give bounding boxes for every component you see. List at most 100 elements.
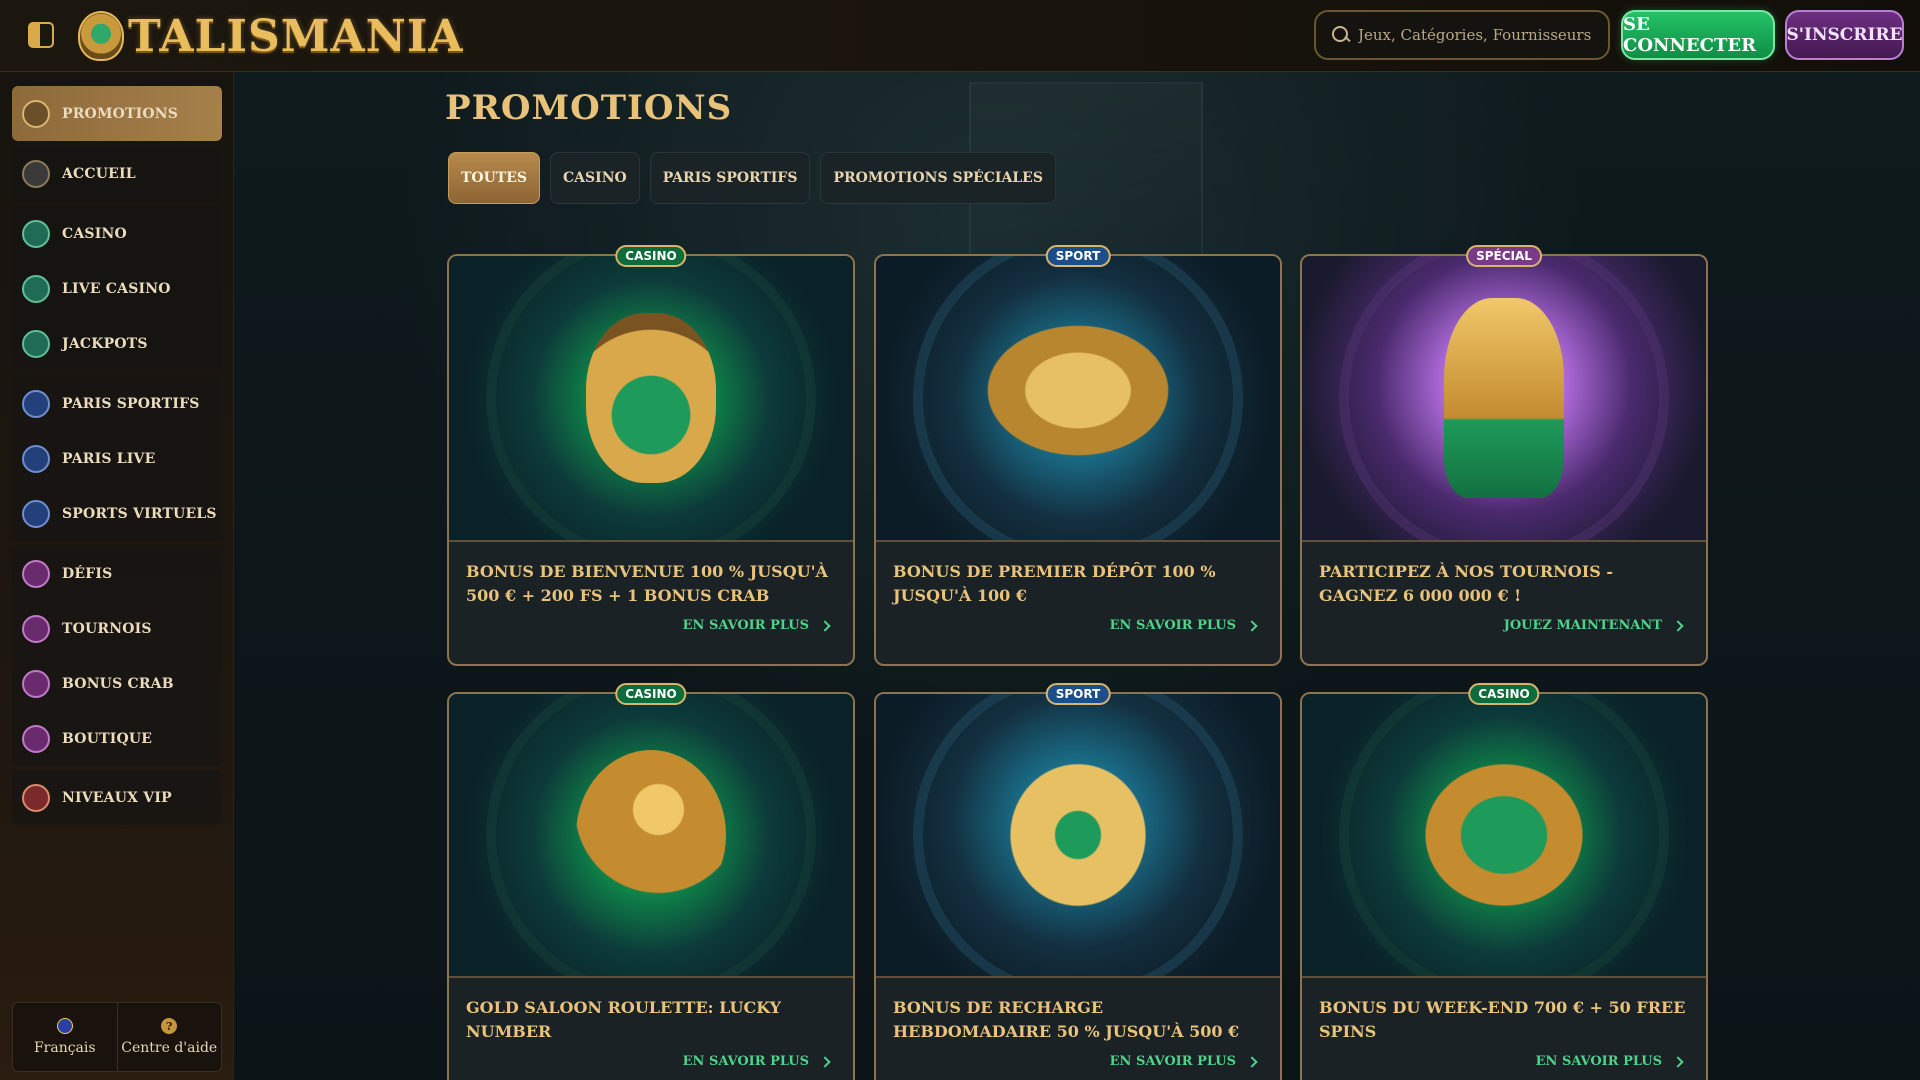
- promo-image: [1302, 256, 1706, 542]
- scarab-artwork-icon: [586, 313, 716, 483]
- sidebar-group-vip: NIVEAUX VIP: [12, 770, 222, 825]
- learn-more-link[interactable]: EN SAVOIR PLUS: [682, 618, 831, 633]
- cta-label: EN SAVOIR PLUS: [682, 618, 809, 633]
- cta-label: EN SAVOIR PLUS: [1109, 1054, 1236, 1069]
- trophy-icon: [22, 614, 50, 643]
- cta-label: JOUEZ MAINTENANT: [1503, 618, 1662, 633]
- crab-icon: [22, 669, 50, 698]
- sidebar-item-accueil[interactable]: ACCUEIL: [12, 146, 222, 201]
- card-body: BONUS DU WEEK-END 700 € + 50 FREE SPINS …: [1302, 978, 1706, 1069]
- category-badge: CASINO: [1468, 683, 1540, 705]
- sidebar-item-label: JACKPOTS: [62, 335, 148, 352]
- card-body: GOLD SALOON ROULETTE: LUCKY NUMBER EN SA…: [449, 978, 853, 1069]
- search-icon: [1332, 26, 1350, 44]
- sidebar-item-label: TOURNOIS: [62, 620, 152, 637]
- card-body: PARTICIPEZ À NOS TOURNOIS - GAGNEZ 6 000…: [1302, 542, 1706, 633]
- login-button[interactable]: SE CONNECTER: [1621, 10, 1775, 60]
- promo-image: [1302, 694, 1706, 978]
- promo-image: [876, 694, 1280, 978]
- card-body: BONUS DE RECHARGE HEBDOMADAIRE 50 % JUSQ…: [876, 978, 1280, 1069]
- promo-card[interactable]: SPORT BONUS DE PREMIER DÉPÔT 100 % JUSQU…: [874, 245, 1282, 666]
- sidebar-group-home: ACCUEIL: [12, 146, 222, 201]
- sidebar-item-paris-live[interactable]: PARIS LIVE: [12, 431, 222, 486]
- learn-more-link[interactable]: EN SAVOIR PLUS: [682, 1054, 831, 1069]
- diamond-icon: [22, 783, 50, 812]
- promo-card[interactable]: CASINO BONUS DU WEEK-END 700 € + 50 FREE…: [1300, 683, 1708, 1080]
- card-title: BONUS DE BIENVENUE 100 % JUSQU'À 500 € +…: [466, 562, 828, 605]
- card-body: BONUS DE BIENVENUE 100 % JUSQU'À 500 € +…: [449, 542, 853, 633]
- signup-button[interactable]: S'INSCRIRE: [1785, 10, 1904, 60]
- chip-icon: [22, 219, 50, 248]
- sidebar-item-paris-sportifs[interactable]: PARIS SPORTIFS: [12, 376, 222, 431]
- sidebar-item-label: PARIS SPORTIFS: [62, 395, 200, 412]
- promo-card[interactable]: CASINO GOLD SALOON ROULETTE: LUCKY NUMBE…: [447, 683, 855, 1080]
- sidebar-footer: Français ? Centre d'aide: [12, 1002, 222, 1072]
- tab-casino[interactable]: CASINO: [550, 152, 640, 204]
- sidebar-item-defis[interactable]: DÉFIS: [12, 546, 222, 601]
- horus-artwork-icon: [576, 750, 726, 920]
- football-icon: [22, 389, 50, 418]
- card-title: GOLD SALOON ROULETTE: LUCKY NUMBER: [466, 998, 782, 1041]
- promo-card[interactable]: SPORT BONUS DE RECHARGE HEBDOMADAIRE 50 …: [874, 683, 1282, 1080]
- brand-logo[interactable]: TALISMANIA: [78, 6, 464, 66]
- cta-label: EN SAVOIR PLUS: [1109, 618, 1236, 633]
- sidebar-item-label: SPORTS VIRTUELS: [62, 505, 217, 522]
- chevron-right-icon: [1672, 619, 1684, 632]
- category-badge: SPÉCIAL: [1466, 245, 1542, 267]
- card-body: BONUS DE PREMIER DÉPÔT 100 % JUSQU'À 100…: [876, 542, 1280, 633]
- chevron-right-icon: [1246, 619, 1258, 632]
- learn-more-link[interactable]: EN SAVOIR PLUS: [1109, 618, 1258, 633]
- sidebar-item-label: CASINO: [62, 225, 127, 242]
- sidebar-item-label: BONUS CRAB: [62, 675, 174, 692]
- language-selector[interactable]: Français: [13, 1003, 117, 1071]
- tab-paris-sportifs[interactable]: PARIS SPORTIFS: [649, 152, 811, 204]
- gift-icon: [22, 99, 50, 128]
- home-icon: [22, 159, 50, 188]
- winged-cup-artwork-icon: [973, 725, 1183, 945]
- sidebar-item-jackpots[interactable]: JACKPOTS: [12, 316, 222, 371]
- tab-promotions-speciales[interactable]: PROMOTIONS SPÉCIALES: [820, 152, 1056, 204]
- clover-icon: [22, 329, 50, 358]
- top-header: TALISMANIA SE CONNECTER S'INSCRIRE: [0, 0, 1920, 72]
- language-label: Français: [33, 1040, 96, 1056]
- search-box[interactable]: [1314, 10, 1610, 60]
- sidebar-item-label: BOUTIQUE: [62, 730, 153, 747]
- sidebar-item-boutique[interactable]: BOUTIQUE: [12, 711, 222, 766]
- help-label: Centre d'aide: [121, 1040, 218, 1056]
- tab-toutes[interactable]: TOUTES: [448, 152, 541, 204]
- promo-card[interactable]: SPÉCIAL PARTICIPEZ À NOS TOURNOIS - GAGN…: [1300, 245, 1708, 666]
- category-badge: CASINO: [615, 245, 687, 267]
- spade-icon: [22, 274, 50, 303]
- sidebar-item-promotions[interactable]: PROMOTIONS: [12, 86, 222, 141]
- sidebar-item-bonus-crab[interactable]: BONUS CRAB: [12, 656, 222, 711]
- promo-card[interactable]: CASINO BONUS DE BIENVENUE 100 % JUSQU'À …: [447, 245, 855, 666]
- sidebar-item-label: LIVE CASINO: [62, 280, 171, 297]
- sidebar-item-niveaux-vip[interactable]: NIVEAUX VIP: [12, 770, 222, 825]
- play-now-link[interactable]: JOUEZ MAINTENANT: [1503, 618, 1684, 633]
- learn-more-link[interactable]: EN SAVOIR PLUS: [1109, 1054, 1258, 1069]
- learn-more-link[interactable]: EN SAVOIR PLUS: [1535, 1054, 1684, 1069]
- search-input[interactable]: [1358, 26, 1598, 44]
- eu-flag-icon: [56, 1018, 73, 1034]
- sidebar-toggle-icon[interactable]: [28, 22, 54, 48]
- sidebar-item-live-casino[interactable]: LIVE CASINO: [12, 261, 222, 316]
- help-center-link[interactable]: ? Centre d'aide: [116, 1003, 222, 1071]
- sidebar-group-promotions: PROMOTIONS: [12, 86, 222, 141]
- card-title: PARTICIPEZ À NOS TOURNOIS - GAGNEZ 6 000…: [1319, 562, 1613, 605]
- category-badge: SPORT: [1045, 683, 1111, 705]
- sidebar-item-sports-virtuels[interactable]: SPORTS VIRTUELS: [12, 486, 222, 541]
- sidebar-group-sports: PARIS SPORTIFS PARIS LIVE SPORTS VIRTUEL…: [12, 376, 222, 541]
- category-badge: SPORT: [1045, 245, 1111, 267]
- winged-ball-artwork-icon: [963, 323, 1193, 473]
- promo-image: [876, 256, 1280, 542]
- chevron-right-icon: [1672, 1055, 1684, 1068]
- promo-image: [449, 694, 853, 978]
- sidebar-item-casino[interactable]: CASINO: [12, 206, 222, 261]
- page-title: PROMOTIONS: [445, 88, 733, 128]
- shop-icon: [22, 724, 50, 753]
- gamepad-icon: [22, 499, 50, 528]
- sidebar-item-tournois[interactable]: TOURNOIS: [12, 601, 222, 656]
- cta-label: EN SAVOIR PLUS: [1535, 1054, 1662, 1069]
- promo-image: [449, 256, 853, 542]
- cta-label: EN SAVOIR PLUS: [682, 1054, 809, 1069]
